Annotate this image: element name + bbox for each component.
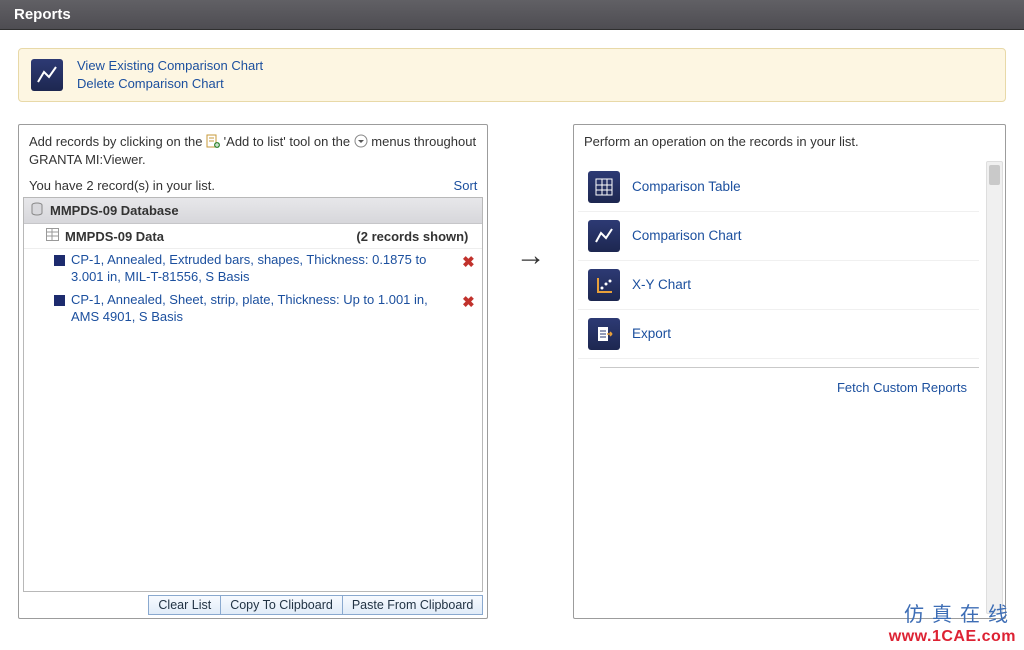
scrollbar[interactable] (986, 161, 1003, 614)
page-title: Reports (14, 6, 71, 23)
database-label: MMPDS-09 Database (50, 203, 179, 218)
panels-row: Add records by clicking on the 'Add to l… (18, 124, 1006, 619)
record-item[interactable]: CP-1, Annealed, Extruded bars, shapes, T… (24, 249, 482, 289)
content-area: View Existing Comparison Chart Delete Co… (0, 30, 1024, 619)
records-shown-text: (2 records shown) (356, 229, 476, 244)
chart-icon (31, 59, 63, 91)
watermark-url: www.1CAE.com (889, 627, 1016, 646)
add-to-list-icon (206, 134, 220, 148)
data-table-row[interactable]: MMPDS-09 Data (2 records shown) (24, 224, 482, 249)
record-item[interactable]: CP-1, Annealed, Sheet, strip, plate, Thi… (24, 289, 482, 329)
record-count-text: You have 2 record(s) in your list. (29, 178, 215, 193)
paste-clipboard-button[interactable]: Paste From Clipboard (342, 595, 484, 615)
xy-chart-icon (588, 269, 620, 301)
arrow-indicator: → (488, 124, 573, 619)
op-label: Comparison Table (632, 179, 741, 194)
right-instructions: Perform an operation on the records in y… (574, 125, 1005, 157)
records-tree: MMPDS-09 Database MMPDS-09 Data (2 recor… (23, 197, 483, 592)
fetch-row: Fetch Custom Reports (578, 374, 1001, 395)
left-instructions: Add records by clicking on the 'Add to l… (19, 125, 487, 174)
delete-chart-link[interactable]: Delete Comparison Chart (77, 75, 263, 93)
instr-part2: 'Add to list' tool on the (224, 134, 354, 149)
record-text: CP-1, Annealed, Sheet, strip, plate, Thi… (71, 292, 454, 326)
op-xy-chart[interactable]: X-Y Chart (578, 261, 979, 310)
record-text: CP-1, Annealed, Extruded bars, shapes, T… (71, 252, 454, 286)
op-label: Comparison Chart (632, 228, 742, 243)
remove-record-icon[interactable]: ✖ (460, 253, 476, 273)
op-label: X-Y Chart (632, 277, 691, 292)
operations-list: Comparison Table Comparison Chart X-Y Ch… (578, 163, 1001, 359)
fetch-custom-reports-link[interactable]: Fetch Custom Reports (837, 380, 967, 395)
comparison-chart-icon (588, 220, 620, 252)
database-icon (30, 202, 44, 219)
record-bullet-icon (54, 255, 65, 266)
arrow-right-icon: → (516, 239, 546, 273)
left-bottom-bar: Clear List Copy To Clipboard Paste From … (19, 592, 487, 618)
data-table-label: MMPDS-09 Data (65, 229, 164, 244)
op-label: Export (632, 326, 671, 341)
banner-links: View Existing Comparison Chart Delete Co… (77, 57, 263, 93)
export-icon (588, 318, 620, 350)
records-panel: Add records by clicking on the 'Add to l… (18, 124, 488, 619)
operations-panel: Perform an operation on the records in y… (573, 124, 1006, 619)
page-header: Reports (0, 0, 1024, 30)
record-bullet-icon (54, 295, 65, 306)
database-row[interactable]: MMPDS-09 Database (24, 198, 482, 224)
view-chart-link[interactable]: View Existing Comparison Chart (77, 57, 263, 75)
op-export[interactable]: Export (578, 310, 979, 359)
sort-link[interactable]: Sort (454, 178, 478, 193)
remove-record-icon[interactable]: ✖ (460, 293, 476, 313)
copy-clipboard-button[interactable]: Copy To Clipboard (220, 595, 343, 615)
operations-body: Comparison Table Comparison Chart X-Y Ch… (574, 157, 1005, 618)
instr-part1: Add records by clicking on the (29, 134, 206, 149)
op-comparison-table[interactable]: Comparison Table (578, 163, 979, 212)
list-header: You have 2 record(s) in your list. Sort (19, 174, 487, 197)
table-icon (46, 228, 59, 244)
comparison-table-icon (588, 171, 620, 203)
scrollbar-thumb[interactable] (989, 165, 1000, 185)
clear-list-button[interactable]: Clear List (148, 595, 221, 615)
op-comparison-chart[interactable]: Comparison Chart (578, 212, 979, 261)
divider (600, 367, 979, 368)
top-banner: View Existing Comparison Chart Delete Co… (18, 48, 1006, 102)
dropdown-icon (354, 134, 368, 148)
